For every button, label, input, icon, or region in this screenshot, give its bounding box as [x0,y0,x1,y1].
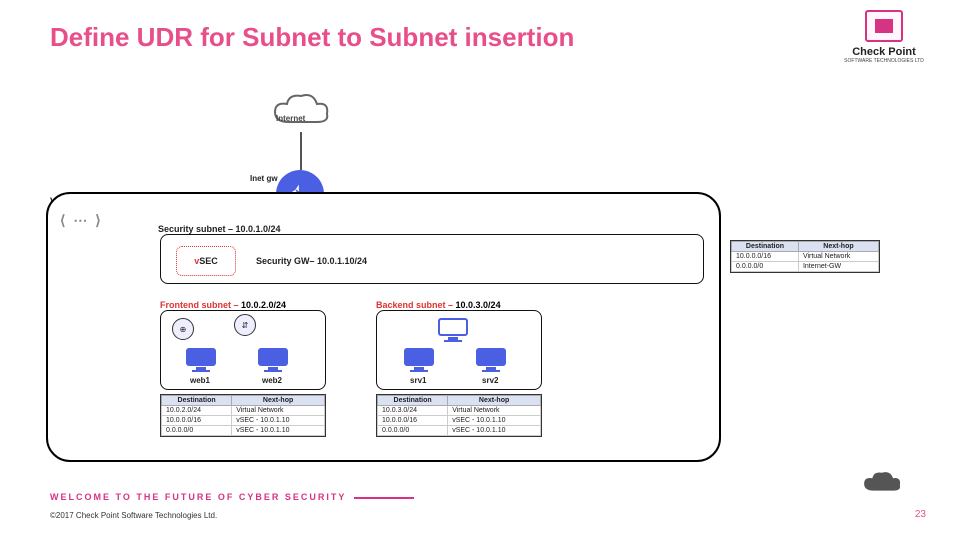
rt-cell: vSEC - 10.0.1.10 [448,426,541,436]
slide-title: Define UDR for Subnet to Subnet insertio… [50,22,574,53]
security-gw-label: Security GW– 10.0.1.10/24 [256,256,367,266]
rt-cell: 10.0.3.0/24 [378,406,448,416]
rt-header-dest: Destination [732,242,799,252]
slide: Define UDR for Subnet to Subnet insertio… [0,0,960,540]
internet-link-line [300,132,302,170]
logo-text: Check Point [838,46,930,58]
rt-cell: 0.0.0.0/0 [378,426,448,436]
inet-gw-label: Inet gw [250,174,278,183]
vsec-appliance-icon: vSEC [176,246,236,276]
vsec-sec: SEC [199,256,218,266]
tagline-text: WELCOME TO THE FUTURE OF CYBER SECURITY [50,492,346,502]
internet-cloud-icon [266,92,336,132]
tagline: WELCOME TO THE FUTURE OF CYBER SECURITY [50,492,414,502]
route-table-backend: DestinationNext-hop 10.0.3.0/24Virtual N… [376,394,542,437]
route-table-security: DestinationNext-hop 10.0.0.0/16Virtual N… [730,240,880,273]
frontend-name: Frontend subnet – [160,300,241,310]
rt-header-dest: Destination [378,396,448,406]
security-subnet-label: Security subnet – 10.0.1.0/24 [158,224,281,234]
rt-cell: 0.0.0.0/0 [732,262,799,272]
rt-header-nh: Next-hop [448,396,541,406]
rt-cell: vSEC - 10.0.1.10 [448,416,541,426]
external-lb-icon: ⊕ [172,318,194,340]
frontend-cidr: 10.0.2.0/24 [241,300,286,310]
rt-cell: 10.0.0.0/16 [378,416,448,426]
vm-icon [186,348,216,372]
vm-icon [258,348,288,372]
server-label: srv1 [410,376,426,385]
rt-cell: Virtual Network [232,406,325,416]
tagline-bar-icon [354,497,414,499]
logo-subtext: SOFTWARE TECHNOLOGIES LTD [838,58,930,64]
rt-cell: 0.0.0.0/0 [162,426,232,436]
rt-header-dest: Destination [162,396,232,406]
rt-header-nh: Next-hop [798,242,878,252]
copyright: ©2017 Check Point Software Technologies … [50,511,217,520]
rt-cell: Virtual Network [448,406,541,416]
rt-header-nh: Next-hop [232,396,325,406]
rt-cell: 10.0.0.0/16 [162,416,232,426]
server-label: web2 [262,376,282,385]
load-balancer-icon: ⇵ [234,314,256,336]
footer-cloud-icon [860,470,904,496]
vm-icon [438,318,468,342]
logo-icon [865,10,903,42]
rt-cell: vSEC - 10.0.1.10 [232,426,325,436]
security-subnet-box [160,234,704,284]
server-label: srv2 [482,376,498,385]
backend-name: Backend subnet – [376,300,456,310]
vm-icon [404,348,434,372]
rt-cell: 10.0.2.0/24 [162,406,232,416]
frontend-subnet-label: Frontend subnet – 10.0.2.0/24 [160,300,286,310]
rt-cell: Virtual Network [798,252,878,262]
route-table-frontend: DestinationNext-hop 10.0.2.0/24Virtual N… [160,394,326,437]
vnet-peering-icon: ⟨ ⋯ ⟩ [60,212,103,229]
rt-cell: Internet-GW [798,262,878,272]
server-label: web1 [190,376,210,385]
internet-label: Internet [276,114,305,123]
vm-icon [476,348,506,372]
backend-cidr: 10.0.3.0/24 [456,300,501,310]
rt-cell: vSEC - 10.0.1.10 [232,416,325,426]
checkpoint-logo: Check Point SOFTWARE TECHNOLOGIES LTD [838,10,930,64]
rt-cell: 10.0.0.0/16 [732,252,799,262]
backend-subnet-label: Backend subnet – 10.0.3.0/24 [376,300,501,310]
page-number: 23 [915,509,926,520]
